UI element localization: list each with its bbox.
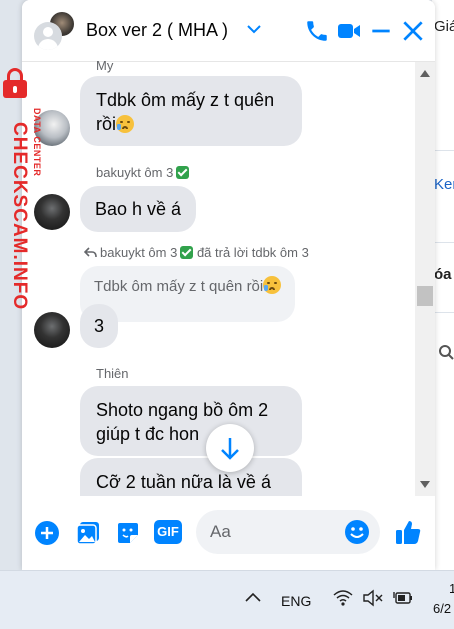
background-text: óa [434, 266, 452, 283]
chat-header: Box ver 2 ( MHA ) [22, 0, 435, 62]
chevron-down-icon[interactable] [247, 24, 261, 34]
avatar[interactable] [34, 312, 70, 348]
sender-name: Thiên [96, 366, 129, 381]
message-bubble[interactable]: 3 [80, 304, 119, 348]
verified-check-icon [180, 246, 194, 259]
message-text: rồi [96, 114, 117, 134]
lock-icon [2, 68, 28, 98]
clock-date[interactable]: 6/2 [433, 601, 451, 616]
scroll-up-arrow-icon[interactable] [420, 70, 430, 77]
message-text: Tdbk ôm mấy z t quên [96, 90, 275, 110]
gif-icon[interactable]: GIF [154, 520, 182, 544]
crying-emoji-icon [263, 276, 282, 294]
plus-icon[interactable] [34, 520, 60, 546]
verified-check-icon [176, 166, 190, 179]
phone-icon[interactable] [304, 18, 330, 44]
message-bubble[interactable]: Shoto ngang bồ ôm 2 giúp t đc hon [80, 386, 302, 456]
close-icon[interactable] [400, 18, 426, 44]
thumbs-up-icon[interactable] [394, 518, 422, 546]
message-input-placeholder: Aa [210, 522, 231, 541]
reply-arrow-icon [83, 247, 97, 258]
image-icon[interactable] [75, 520, 101, 546]
video-icon[interactable] [336, 18, 362, 44]
chevron-up-icon[interactable] [244, 591, 262, 603]
group-avatar[interactable] [34, 22, 62, 50]
scrollbar-thumb[interactable] [417, 286, 433, 306]
sender-name: My [96, 58, 114, 73]
message-bubble[interactable]: Tdbk ôm mấy z t quên rồi [80, 76, 302, 146]
background-link[interactable]: Ker [434, 176, 454, 193]
desktop: Giá Ker óa Box ver 2 ( MHA ) My Tdbk ôm … [0, 0, 454, 629]
avatar[interactable] [34, 194, 70, 230]
watermark-brand: CHECKSCAM.INFO [9, 122, 30, 311]
scroll-to-bottom-button[interactable] [206, 424, 254, 472]
background-window: Giá Ker óa [432, 0, 454, 570]
chat-window: Box ver 2 ( MHA ) My Tdbk ôm mấy z t quê… [22, 0, 435, 570]
language-indicator[interactable]: ENG [281, 593, 311, 609]
clock-time[interactable]: 1 [449, 581, 454, 596]
sender-name: bakuykt ôm 3 [96, 165, 190, 180]
reply-header: bakuykt ôm 3 đã trả lời tdbk ôm 3 [83, 245, 309, 260]
message-bubble[interactable]: Bao h về á [80, 186, 197, 232]
composer: GIF Aa [22, 496, 435, 570]
search-icon[interactable] [438, 344, 454, 360]
divider [432, 150, 454, 151]
watermark-tagline: DATA CENTER [32, 108, 42, 177]
divider [432, 312, 454, 313]
divider [432, 242, 454, 243]
speaker-muted-icon[interactable] [362, 589, 384, 607]
message-text: Shoto ngang bồ ôm 2 [96, 400, 269, 420]
background-text: Giá [434, 18, 454, 35]
scroll-down-arrow-icon[interactable] [420, 481, 430, 488]
battery-icon[interactable] [392, 589, 414, 607]
message-text: giúp t đc hon [96, 424, 200, 444]
arrow-down-icon [221, 438, 239, 460]
scrollbar[interactable] [415, 62, 435, 496]
sticker-icon[interactable] [115, 520, 141, 546]
taskbar: ENG 1 6/2 [0, 570, 454, 629]
message-input[interactable]: Aa [196, 510, 380, 554]
minimize-icon[interactable] [368, 18, 394, 44]
conversation-title[interactable]: Box ver 2 ( MHA ) [86, 20, 228, 41]
wifi-icon[interactable] [333, 589, 353, 607]
crying-emoji-icon [116, 115, 135, 133]
emoji-icon[interactable] [344, 519, 370, 545]
